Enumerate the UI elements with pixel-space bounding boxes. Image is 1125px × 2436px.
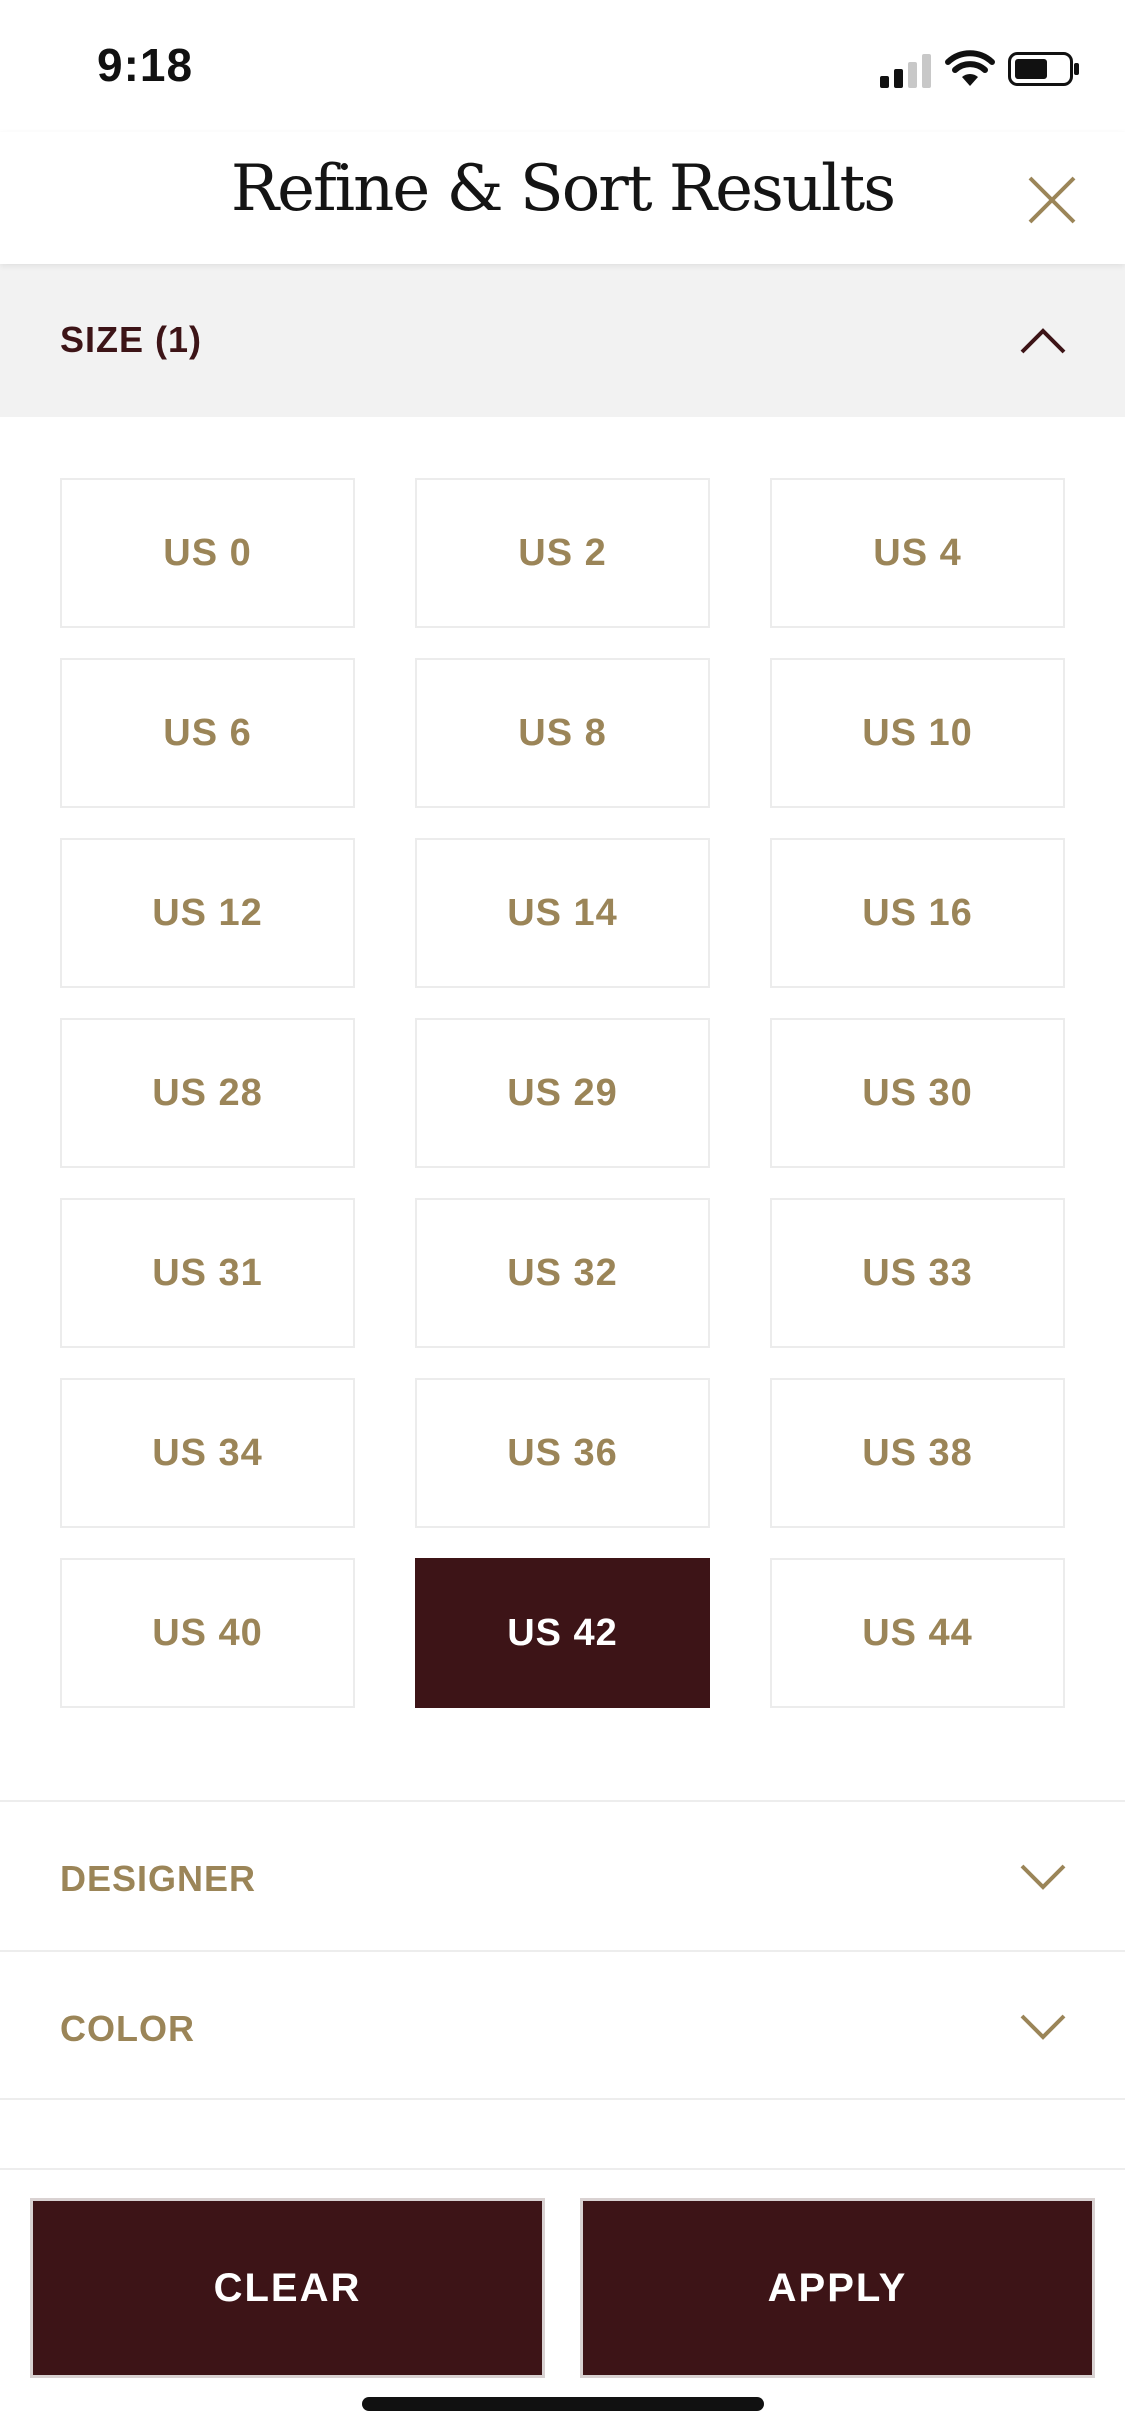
size-option[interactable]: US 6: [60, 658, 355, 808]
wifi-icon: [945, 50, 995, 86]
size-option[interactable]: US 38: [770, 1378, 1065, 1528]
size-option[interactable]: US 36: [415, 1378, 710, 1528]
size-option[interactable]: US 16: [770, 838, 1065, 988]
close-icon[interactable]: [1022, 170, 1082, 230]
size-section-title: SIZE (1): [60, 319, 203, 360]
status-bar: 9:18: [0, 0, 1125, 132]
size-option[interactable]: US 29: [415, 1018, 710, 1168]
size-option[interactable]: US 40: [60, 1558, 355, 1708]
size-option-selected[interactable]: US 42: [415, 1558, 710, 1708]
designer-section-header[interactable]: DESIGNER: [0, 1800, 1125, 1950]
page-title: Refine & Sort Results: [230, 152, 896, 226]
color-section-header[interactable]: COLOR: [0, 1950, 1125, 2100]
color-section-title: COLOR: [60, 2008, 195, 2049]
size-option[interactable]: US 10: [770, 658, 1065, 808]
chevron-up-icon: [1020, 328, 1066, 354]
size-option[interactable]: US 8: [415, 658, 710, 808]
size-option[interactable]: US 4: [770, 478, 1065, 628]
chevron-down-icon: [1020, 1864, 1066, 1890]
status-time: 9:18: [97, 39, 194, 91]
size-option[interactable]: US 28: [60, 1018, 355, 1168]
size-option[interactable]: US 32: [415, 1198, 710, 1348]
home-indicator: [362, 2397, 764, 2411]
battery-icon: [1008, 52, 1079, 86]
footer-actions: CLEAR APPLY: [0, 2168, 1125, 2436]
size-option[interactable]: US 31: [60, 1198, 355, 1348]
size-option[interactable]: US 12: [60, 838, 355, 988]
size-options-grid: US 0 US 2 US 4 US 6 US 8 US 10 US 12 US 14 US 16…: [60, 478, 1065, 1708]
size-option[interactable]: US 34: [60, 1378, 355, 1528]
chevron-down-icon: [1020, 2014, 1066, 2040]
clear-button[interactable]: CLEAR: [30, 2198, 545, 2378]
header: Refine & Sort Results: [0, 132, 1125, 264]
size-option[interactable]: US 33: [770, 1198, 1065, 1348]
size-option[interactable]: US 0: [60, 478, 355, 628]
size-option[interactable]: US 2: [415, 478, 710, 628]
size-option[interactable]: US 30: [770, 1018, 1065, 1168]
cellular-signal-icon: [880, 54, 931, 88]
designer-section-title: DESIGNER: [60, 1858, 257, 1899]
size-section-header[interactable]: SIZE (1): [0, 264, 1125, 417]
size-option[interactable]: US 14: [415, 838, 710, 988]
apply-button[interactable]: APPLY: [580, 2198, 1095, 2378]
size-option[interactable]: US 44: [770, 1558, 1065, 1708]
